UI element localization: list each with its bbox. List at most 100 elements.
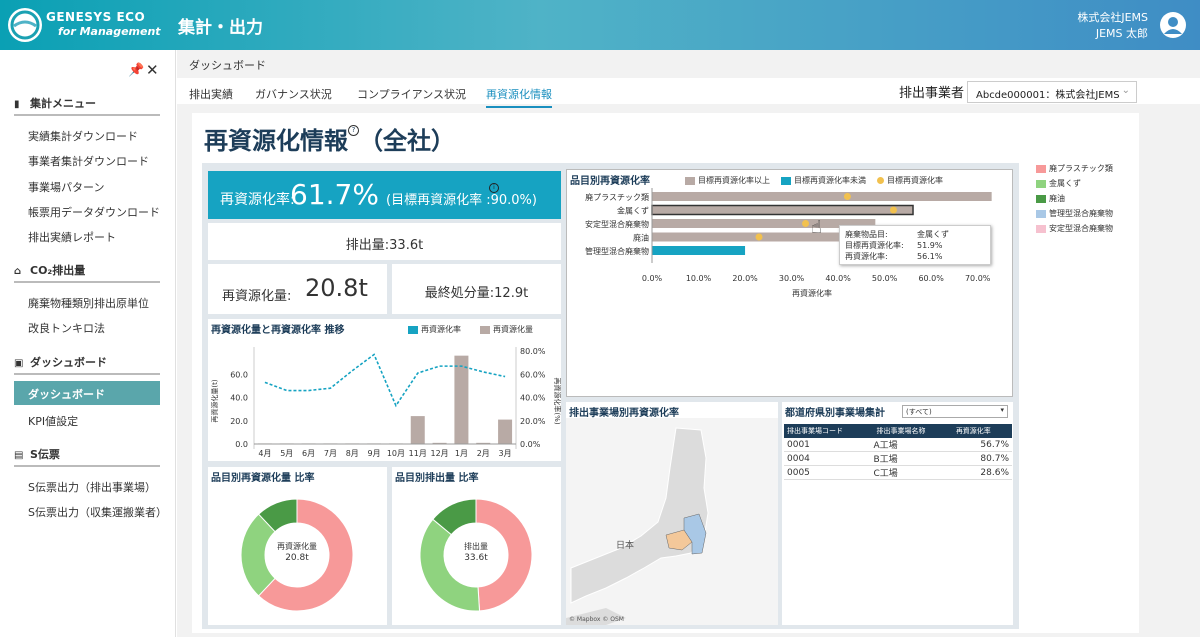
trend-ytick-left: 40.0 xyxy=(230,394,248,403)
brand-subtitle: for Management xyxy=(58,25,161,38)
item-xtick: 30.0% xyxy=(779,274,805,283)
sidebar-item-slip-collector[interactable]: S伝票出力（収集運搬業者） xyxy=(28,504,167,520)
emitter-select[interactable]: Abcde000001：株式会社JEMS ⌄ xyxy=(967,81,1137,103)
item-ylabel: 廃プラスチック類 xyxy=(585,192,649,202)
trend-xtick: 1月 xyxy=(455,449,468,458)
map-panel: 排出事業場別再資源化率 日本 © Mapbox © OSM xyxy=(566,402,778,625)
item-target-dot xyxy=(755,233,763,241)
sidebar-item-form-data-download[interactable]: 帳票用データダウンロード xyxy=(28,204,160,220)
trend-ytick-left: 60.0 xyxy=(230,370,248,379)
item-ylabel: 安定型混合廃棄物 xyxy=(585,219,649,229)
sidebar-item-kpi-settings[interactable]: KPI値設定 xyxy=(28,413,78,429)
emitter-label: 排出事業者 xyxy=(899,86,965,101)
trend-chart-panel: 再資源化量と再資源化率 推移 再資源化率 再資源化量 再資源化量(t) 再資源化… xyxy=(208,319,561,461)
divider xyxy=(14,114,160,116)
sidebar-section-slip: ▤ S伝票 xyxy=(14,448,60,461)
genesys-logo-icon xyxy=(8,8,42,42)
sidebar-item-business-download[interactable]: 事業者集計ダウンロード xyxy=(28,153,149,169)
table-row[interactable]: 0004 B工場 80.7% xyxy=(784,452,1012,466)
user-avatar-icon[interactable] xyxy=(1160,12,1186,38)
item-xtick: 10.0% xyxy=(686,274,712,283)
trend-ytick-right: 60.0% xyxy=(520,370,546,379)
donut-recycle-center-label: 再資源化量 xyxy=(277,541,317,551)
kpi-final-disposal: 最終処分量:12.9t xyxy=(392,264,561,314)
trend-xtick: 12月 xyxy=(430,449,448,458)
item-target-dot xyxy=(843,193,851,200)
sidebar-item-emission-unit[interactable]: 廃棄物種類別排出原単位 xyxy=(28,295,149,311)
table-row[interactable]: 0001 A工場 56.7% xyxy=(784,438,1012,452)
item-ylabel: 金属くず xyxy=(617,206,649,216)
item-xtick: 60.0% xyxy=(918,274,944,283)
pref-table: 排出事業場コード 排出事業場名称 再資源化率 0001 A工場 56.7% 0004… xyxy=(784,424,1012,480)
table-row[interactable]: 0005 C工場 28.6% xyxy=(784,466,1012,480)
trend-ytick-right: 80.0% xyxy=(520,347,546,356)
sidebar-item-ton-km[interactable]: 改良トンキロ法 xyxy=(28,320,105,336)
pin-icon[interactable]: 📌 xyxy=(128,63,144,78)
tab-emission-results[interactable]: 排出実績 xyxy=(189,86,233,102)
item-target-dot xyxy=(889,206,897,214)
header-title: 集計・出力 xyxy=(178,18,263,38)
breadcrumb: ダッシュボード xyxy=(189,59,266,72)
document-icon: ▤ xyxy=(14,450,24,461)
item-xtick: 0.0% xyxy=(642,274,663,283)
dashboard-icon: ▣ xyxy=(14,358,24,369)
legend-item: 廃油 xyxy=(1036,193,1113,208)
app-header: GENESYS ECO for Management 集計・出力 株式会社JEM… xyxy=(0,0,1200,50)
divider xyxy=(14,373,160,375)
item-xtick: 40.0% xyxy=(825,274,851,283)
divider xyxy=(14,465,160,467)
legend-item: 管理型混合廃棄物 xyxy=(1036,208,1113,223)
kpi-recycle-rate: 再資源化率: 61.7% (目標再資源化率 :90.0%) i xyxy=(208,171,561,219)
trend-chart-title: 再資源化量と再資源化率 推移 xyxy=(211,325,345,336)
trend-legend-amount: 再資源化量 xyxy=(480,324,533,335)
user-info: 株式会社JEMS JEMS 太郎 xyxy=(1077,10,1148,42)
trend-xtick: 5月 xyxy=(280,449,293,458)
sidebar-section-summary: ▮ 集計メニュー xyxy=(14,97,96,110)
dropdown-arrow-icon: ▾ xyxy=(1000,406,1004,414)
company-name: 株式会社JEMS xyxy=(1077,11,1148,24)
donut-emission-center-label: 排出量 xyxy=(464,541,488,551)
sidebar-section-co2: ⌂ CO₂排出量 xyxy=(14,264,86,277)
trend-xtick: 8月 xyxy=(346,449,359,458)
tab-recycling[interactable]: 再資源化情報 xyxy=(486,86,552,108)
map-country-label: 日本 xyxy=(616,539,634,551)
item-legend-below: 目標再資源化率未満 xyxy=(781,175,866,186)
trend-bar xyxy=(454,355,469,444)
item-xtick: 50.0% xyxy=(872,274,898,283)
trend-ytick-left: 20.0 xyxy=(230,417,248,426)
sidebar-item-dashboard[interactable]: ダッシュボード xyxy=(14,381,160,405)
item-rate-title: 品目別再資源化率 xyxy=(570,176,650,187)
sidebar-item-emission-report[interactable]: 排出実績レポート xyxy=(28,229,116,245)
tab-compliance[interactable]: コンプライアンス状況 xyxy=(357,86,466,102)
dashboard-card: 再資源化情報? （全社） 再資源化率: 61.7% (目標再資源化率 :90.0%… xyxy=(192,113,1139,633)
brand-name: GENESYS ECO xyxy=(46,10,146,24)
map-title: 排出事業場別再資源化率 xyxy=(569,408,679,419)
trend-ytick-right: 0.0% xyxy=(520,440,541,449)
close-icon[interactable]: ✕ xyxy=(146,61,159,79)
trend-chart: 再資源化量(t) 再資源化率(%) 60.0 40.0 20.0 0.0 80.0% 60… xyxy=(210,347,561,458)
user-name: JEMS 太郎 xyxy=(1095,27,1148,40)
tab-governance[interactable]: ガバナンス状況 xyxy=(255,86,332,102)
donut-recycle-panel: 品目別再資源化量 比率 再資源化量 20.8t xyxy=(208,467,387,625)
sidebar-item-site-pattern[interactable]: 事業場パターン xyxy=(28,179,104,195)
item-xtick: 20.0% xyxy=(732,274,758,283)
kpi-emission: 排出量:33.6t xyxy=(208,223,561,260)
trend-xtick: 11月 xyxy=(409,449,427,458)
donut-emission-center-value: 33.6t xyxy=(464,553,488,563)
trend-ylabel-right: 再資源化率(%) xyxy=(553,377,561,424)
trend-ytick-right: 40.0% xyxy=(520,394,546,403)
japan-map[interactable]: 日本 © Mapbox © OSM xyxy=(566,418,778,625)
help-icon[interactable]: ? xyxy=(348,125,359,136)
item-rate-panel: 品目別再資源化率 目標再資源化率以上 目標再資源化率未満 目標再資源化率 廃プラ… xyxy=(566,169,1013,397)
divider xyxy=(14,281,160,283)
hand-cursor-icon: ☝ xyxy=(811,217,822,238)
sidebar-item-slip-emitter[interactable]: S伝票出力（排出事業場） xyxy=(28,479,156,495)
item-xlabel: 再資源化率 xyxy=(792,288,832,298)
legend-item: 廃プラスチック類 xyxy=(1036,163,1113,178)
trend-bar xyxy=(498,419,513,444)
tooltip: 廃棄物品目: 金属くず 目標再資源化率: 51.9% 再資源化率: 56.1% xyxy=(839,225,991,265)
info-icon[interactable]: i xyxy=(489,183,499,193)
pref-filter-select[interactable]: (すべて) ▾ xyxy=(902,405,1008,418)
trend-ylabel-left: 再資源化量(t) xyxy=(210,379,219,422)
sidebar-item-results-download[interactable]: 実績集計ダウンロード xyxy=(28,128,138,144)
